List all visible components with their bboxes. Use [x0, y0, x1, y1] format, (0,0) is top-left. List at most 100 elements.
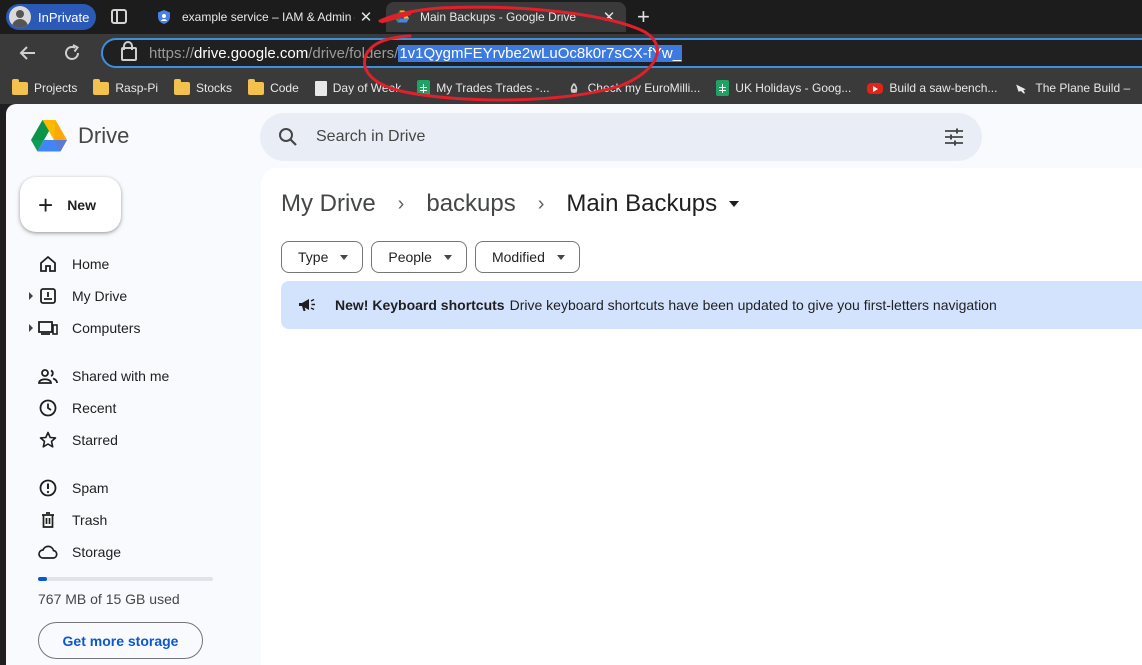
bookmark-label: Code [270, 81, 299, 95]
get-more-storage-button[interactable]: Get more storage [38, 622, 203, 659]
spam-icon [38, 478, 58, 498]
bookmark-label: Stocks [196, 81, 233, 95]
bookmark-saw-bench[interactable]: Build a saw-bench... [867, 81, 997, 95]
filter-modified-chip[interactable]: Modified [474, 241, 580, 273]
breadcrumb-my-drive[interactable]: My Drive [281, 190, 376, 218]
bookmark-label: Projects [34, 81, 78, 95]
sidebar-item-home[interactable]: Home [6, 248, 256, 280]
clock-icon [38, 398, 58, 418]
url-selected-folder-id[interactable]: 1v1QygmFEYrvbe2wLuOc8k0r7sCX-fYw_ [398, 44, 683, 62]
new-tab-button[interactable]: + [637, 4, 650, 30]
banner-message: Drive keyboard shortcuts have been updat… [509, 297, 997, 313]
sheets-icon [716, 80, 730, 96]
sidebar-item-starred[interactable]: Starred [6, 424, 256, 456]
bookmark-code[interactable]: Code [248, 78, 299, 95]
youtube-icon [867, 82, 884, 94]
expand-caret-icon[interactable] [29, 324, 33, 332]
address-bar[interactable]: https://drive.google.com/drive/folders/1… [101, 38, 1142, 68]
home-icon [38, 254, 58, 274]
url-protocol: https:// [149, 44, 195, 62]
folder-menu-dropdown-icon[interactable] [729, 201, 740, 207]
tab-iam-admin[interactable]: example service – IAM & Admin – ✕ [148, 2, 383, 32]
storage-usage-text: 767 MB of 15 GB used [38, 591, 180, 607]
cloud-icon [38, 542, 58, 562]
main-content: My Drive › backups › Main Backups Type P… [261, 168, 1142, 665]
megaphone-icon [299, 298, 315, 311]
sidebar-item-trash[interactable]: Trash [6, 504, 256, 536]
plus-icon: + [38, 189, 54, 220]
bookmark-label: Check my EuroMilli... [587, 81, 701, 95]
sidebar-item-shared-with-me[interactable]: Shared with me [6, 360, 256, 392]
banner-title: New! Keyboard shortcuts [335, 297, 505, 313]
sidebar-item-storage[interactable]: Storage [6, 536, 256, 568]
chevron-right-icon: › [397, 192, 405, 215]
chevron-right-icon: › [537, 192, 545, 215]
expand-caret-icon[interactable] [29, 292, 33, 300]
filter-chips: Type People Modified [281, 241, 588, 273]
bookmark-euromillions[interactable]: Check my EuroMilli... [566, 81, 701, 95]
sidebar-item-label: Storage [72, 544, 122, 560]
breadcrumb-current-folder[interactable]: Main Backups [566, 190, 717, 218]
bookmark-label: The Plane Build – [1035, 81, 1131, 95]
bookmark-plane-build[interactable]: The Plane Build – [1013, 81, 1130, 95]
bookmark-label: My Trades Trades -... [436, 81, 550, 95]
folder-icon [248, 78, 265, 95]
my-drive-icon [38, 286, 58, 306]
drive-logo[interactable]: Drive [30, 119, 129, 153]
sidebar-item-label: Trash [72, 512, 108, 528]
star-icon [38, 430, 58, 450]
sheets-icon [417, 80, 431, 96]
inprivate-label: InPrivate [38, 9, 90, 25]
bookmark-label: Build a saw-bench... [889, 81, 998, 95]
bookmark-day-of-week[interactable]: Day of Week [314, 80, 402, 96]
back-arrow-icon[interactable] [18, 43, 38, 63]
bookmark-label: UK Holidays - Goog... [735, 81, 852, 95]
sidebar-item-label: Computers [72, 320, 141, 336]
chevron-down-icon [340, 254, 349, 260]
filter-people-chip[interactable]: People [371, 241, 467, 273]
search-icon[interactable] [278, 127, 298, 147]
sidebar-item-label: Spam [72, 480, 109, 496]
tab-close-icon[interactable]: ✕ [598, 8, 620, 26]
chip-label: Type [298, 249, 329, 265]
bookmark-my-trades[interactable]: My Trades Trades -... [417, 80, 550, 96]
sidebar-item-label: Recent [72, 400, 117, 416]
breadcrumb-backups[interactable]: backups [426, 190, 515, 218]
folder-icon [12, 78, 28, 95]
bookmark-uk-holidays[interactable]: UK Holidays - Goog... [716, 80, 851, 96]
plane-icon [1016, 83, 1027, 93]
page-icon [314, 80, 327, 96]
address-toolbar: https://drive.google.com/drive/folders/1… [0, 34, 1142, 72]
sidebar-item-recent[interactable]: Recent [6, 392, 256, 424]
sidebar-item-label: Starred [72, 432, 118, 448]
tab-close-icon[interactable]: ✕ [355, 8, 377, 26]
google-drive-logo-icon [31, 120, 67, 152]
search-bar [260, 113, 982, 161]
drive-app: Drive + New Home My Drive Computers [6, 104, 1142, 665]
new-button[interactable]: + New [20, 177, 121, 232]
url-host: drive.google.com [194, 44, 309, 62]
tab-main-backups[interactable]: Main Backups - Google Drive ✕ [386, 2, 626, 32]
search-options-icon[interactable] [944, 127, 964, 147]
google-drive-icon [395, 10, 409, 23]
sidebar-item-my-drive[interactable]: My Drive [6, 280, 256, 312]
bookmark-projects[interactable]: Projects [12, 78, 78, 95]
search-input[interactable] [316, 125, 916, 149]
sidebar-item-label: Home [72, 256, 110, 272]
sidebar-item-spam[interactable]: Spam [6, 472, 256, 504]
inprivate-profile-button[interactable]: InPrivate [6, 4, 96, 30]
bookmark-stocks[interactable]: Stocks [174, 78, 233, 95]
reload-icon[interactable] [62, 43, 82, 63]
sidebar-item-label: My Drive [72, 288, 128, 304]
keyboard-shortcuts-banner: New! Keyboard shortcuts Drive keyboard s… [281, 281, 1142, 329]
filter-type-chip[interactable]: Type [281, 241, 364, 273]
bookmarks-bar: Projects Rasp-Pi Stocks Code Day of Week… [0, 72, 1142, 104]
sidebar-item-computers[interactable]: Computers [6, 312, 256, 344]
lottery-icon [570, 82, 577, 93]
lock-icon[interactable] [121, 41, 137, 61]
folder-icon [93, 78, 110, 95]
new-button-label: New [67, 196, 96, 213]
bookmark-rasp-pi[interactable]: Rasp-Pi [93, 78, 158, 95]
tab-actions-icon[interactable] [111, 9, 127, 24]
bookmark-label: Day of Week [332, 81, 402, 95]
